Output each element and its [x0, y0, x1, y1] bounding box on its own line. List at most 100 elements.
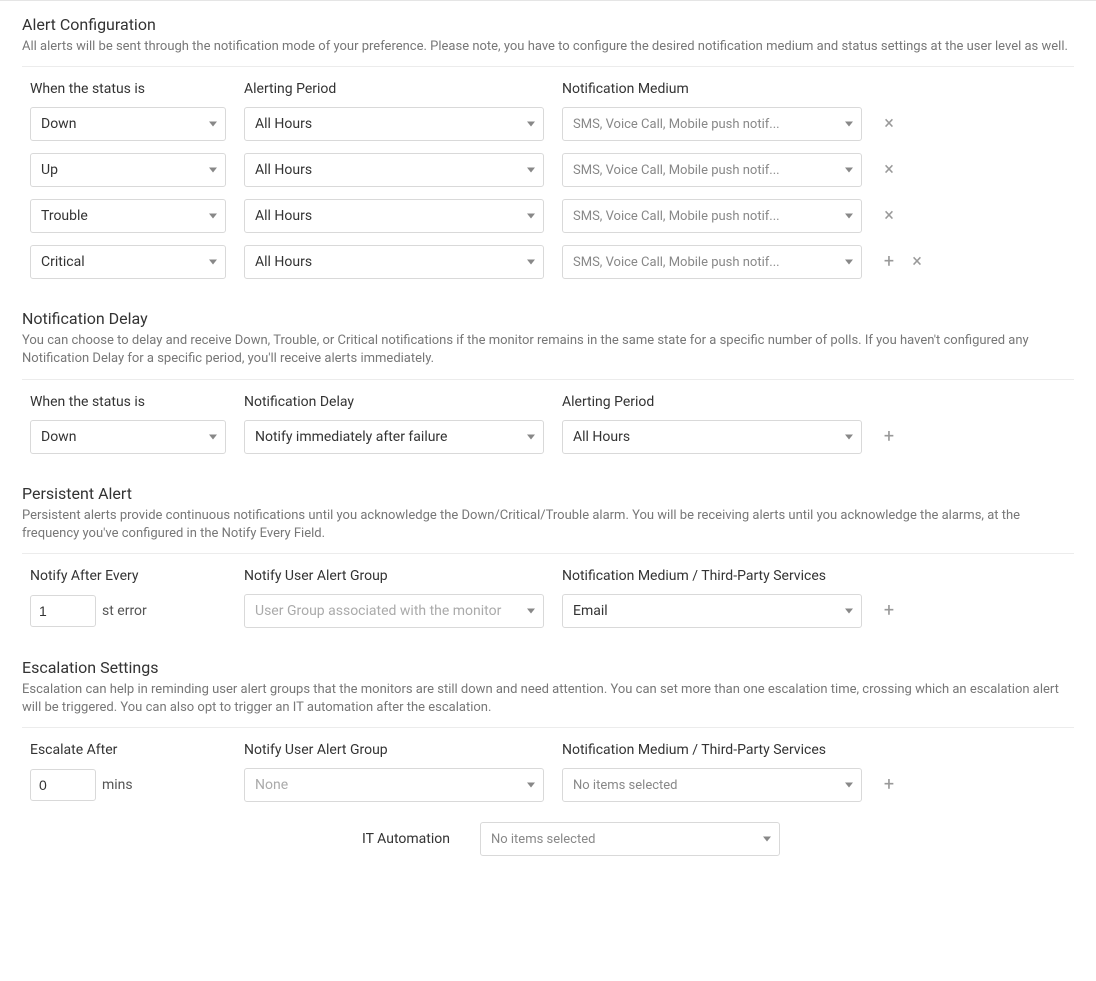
notif-delay-headers: When the status is Notification Delay Al…: [22, 394, 1074, 410]
it-automation-select[interactable]: No items selected: [480, 822, 780, 856]
notification-delay-section: Notification Delay You can choose to del…: [22, 309, 1074, 453]
delay-value: Notify immediately after failure: [255, 429, 515, 445]
notify-after-suffix: st error: [102, 603, 147, 619]
medium-select[interactable]: SMS, Voice Call, Mobile push notif...: [562, 153, 862, 187]
header-status: When the status is: [30, 81, 226, 97]
chevron-down-icon: [845, 783, 853, 788]
medium-select[interactable]: No items selected: [562, 768, 862, 802]
period-select[interactable]: All Hours: [562, 420, 862, 454]
it-automation-value: No items selected: [491, 832, 751, 847]
section-description: Persistent alerts provide continuous not…: [22, 507, 1074, 554]
persistent-alert-section: Persistent Alert Persistent alerts provi…: [22, 484, 1074, 628]
header-after: Notify After Every: [30, 568, 226, 584]
notify-after-input[interactable]: [30, 595, 96, 627]
persistent-row: st error User Group associated with the …: [22, 594, 1074, 628]
it-automation-row: IT Automation No items selected: [22, 822, 1074, 856]
status-select[interactable]: Trouble: [30, 199, 226, 233]
section-title: Escalation Settings: [22, 658, 1074, 677]
header-after: Escalate After: [30, 742, 226, 758]
period-value: All Hours: [255, 254, 515, 270]
chevron-down-icon: [209, 122, 217, 127]
escalation-headers: Escalate After Notify User Alert Group N…: [22, 742, 1074, 758]
chevron-down-icon: [209, 260, 217, 265]
remove-row-icon[interactable]: ×: [880, 115, 898, 133]
medium-value: No items selected: [573, 778, 833, 793]
chevron-down-icon: [209, 214, 217, 219]
status-select[interactable]: Critical: [30, 245, 226, 279]
period-select[interactable]: All Hours: [244, 199, 544, 233]
period-select[interactable]: All Hours: [244, 245, 544, 279]
period-select[interactable]: All Hours: [244, 107, 544, 141]
chevron-down-icon: [527, 168, 535, 173]
chevron-down-icon: [527, 122, 535, 127]
medium-value: SMS, Voice Call, Mobile push notif...: [573, 163, 833, 178]
alert-config-row: Up All Hours SMS, Voice Call, Mobile pus…: [22, 153, 1074, 187]
medium-value: SMS, Voice Call, Mobile push notif...: [573, 117, 833, 132]
section-title: Alert Configuration: [22, 15, 1074, 34]
header-medium: Notification Medium: [562, 81, 862, 97]
chevron-down-icon: [209, 434, 217, 439]
header-group: Notify User Alert Group: [244, 742, 544, 758]
user-group-value: None: [255, 777, 515, 793]
period-value: All Hours: [255, 116, 515, 132]
chevron-down-icon: [845, 260, 853, 265]
status-value: Trouble: [41, 208, 197, 224]
persistent-headers: Notify After Every Notify User Alert Gro…: [22, 568, 1074, 584]
period-select[interactable]: All Hours: [244, 153, 544, 187]
status-value: Down: [41, 116, 197, 132]
user-group-value: User Group associated with the monitor: [255, 603, 515, 619]
delay-select[interactable]: Notify immediately after failure: [244, 420, 544, 454]
header-period: Alerting Period: [562, 394, 862, 410]
chevron-down-icon: [845, 168, 853, 173]
medium-value: SMS, Voice Call, Mobile push notif...: [573, 209, 833, 224]
escalation-settings-section: Escalation Settings Escalation can help …: [22, 658, 1074, 856]
header-medium: Notification Medium / Third-Party Servic…: [562, 742, 862, 758]
status-value: Up: [41, 162, 197, 178]
remove-row-icon[interactable]: ×: [880, 161, 898, 179]
add-row-icon[interactable]: +: [880, 428, 898, 446]
status-select[interactable]: Up: [30, 153, 226, 187]
medium-value: Email: [573, 603, 833, 619]
medium-select[interactable]: SMS, Voice Call, Mobile push notif...: [562, 107, 862, 141]
header-delay: Notification Delay: [244, 394, 544, 410]
chevron-down-icon: [845, 608, 853, 613]
user-group-select[interactable]: User Group associated with the monitor: [244, 594, 544, 628]
chevron-down-icon: [209, 168, 217, 173]
section-description: Escalation can help in reminding user al…: [22, 681, 1074, 728]
medium-select[interactable]: SMS, Voice Call, Mobile push notif...: [562, 199, 862, 233]
period-value: All Hours: [255, 162, 515, 178]
remove-row-icon[interactable]: ×: [908, 253, 926, 271]
status-value: Critical: [41, 254, 197, 270]
chevron-down-icon: [763, 837, 771, 842]
chevron-down-icon: [527, 608, 535, 613]
period-value: All Hours: [255, 208, 515, 224]
medium-value: SMS, Voice Call, Mobile push notif...: [573, 255, 833, 270]
escalate-after-input[interactable]: [30, 769, 96, 801]
add-row-icon[interactable]: +: [880, 253, 898, 271]
chevron-down-icon: [527, 783, 535, 788]
medium-select[interactable]: Email: [562, 594, 862, 628]
chevron-down-icon: [845, 434, 853, 439]
escalation-row: mins None No items selected +: [22, 768, 1074, 802]
header-status: When the status is: [30, 394, 226, 410]
section-title: Persistent Alert: [22, 484, 1074, 503]
notif-delay-row: Down Notify immediately after failure Al…: [22, 420, 1074, 454]
remove-row-icon[interactable]: ×: [880, 207, 898, 225]
add-row-icon[interactable]: +: [880, 776, 898, 794]
status-select[interactable]: Down: [30, 107, 226, 141]
chevron-down-icon: [845, 122, 853, 127]
status-select[interactable]: Down: [30, 420, 226, 454]
section-description: All alerts will be sent through the noti…: [22, 38, 1074, 67]
section-title: Notification Delay: [22, 309, 1074, 328]
period-value: All Hours: [573, 429, 833, 445]
alert-config-headers: When the status is Alerting Period Notif…: [22, 81, 1074, 97]
chevron-down-icon: [527, 214, 535, 219]
alert-config-row: Trouble All Hours SMS, Voice Call, Mobil…: [22, 199, 1074, 233]
chevron-down-icon: [527, 434, 535, 439]
status-value: Down: [41, 429, 197, 445]
medium-select[interactable]: SMS, Voice Call, Mobile push notif...: [562, 245, 862, 279]
user-group-select[interactable]: None: [244, 768, 544, 802]
add-row-icon[interactable]: +: [880, 602, 898, 620]
header-group: Notify User Alert Group: [244, 568, 544, 584]
it-automation-label: IT Automation: [362, 831, 450, 847]
